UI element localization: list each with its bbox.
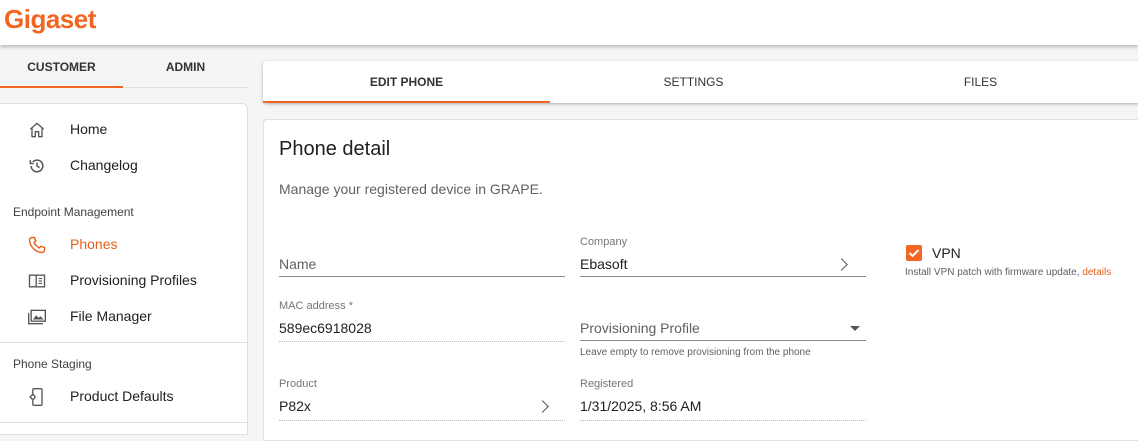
sidebar-divider [0, 422, 247, 423]
provisioning-underline [580, 340, 866, 341]
tab-edit-phone[interactable]: EDIT PHONE [263, 61, 550, 103]
product-field[interactable]: Product P82x [279, 378, 565, 424]
phone-detail-card: Phone detail Manage your registered devi… [263, 119, 1138, 441]
sidebar-item-label: Phones [70, 236, 118, 252]
sidebar-tabs: CUSTOMER ADMIN [0, 46, 248, 88]
tab-customer[interactable]: CUSTOMER [0, 46, 123, 88]
company-underline [580, 276, 866, 277]
company-label: Company [580, 236, 628, 248]
registered-underline [580, 420, 866, 421]
vpn-hint-text: Install VPN patch with firmware update, [905, 267, 1083, 278]
sidebar-item-label: File Manager [70, 308, 152, 324]
mac-address-field[interactable]: MAC address * 589ec6918028 [279, 300, 565, 344]
sidebar-item-changelog[interactable]: Changelog [0, 148, 247, 184]
section-title-phone-staging: Phone Staging [13, 357, 92, 371]
sidebar-item-provisioning-profiles[interactable]: Provisioning Profiles [0, 263, 247, 299]
sidebar-item-phones[interactable]: Phones [0, 227, 247, 263]
device-settings-icon [29, 388, 43, 406]
name-field[interactable]: Name [279, 238, 565, 278]
registered-value: 1/31/2025, 8:56 AM [580, 398, 702, 414]
registered-label: Registered [580, 378, 634, 390]
mac-address-value[interactable]: 589ec6918028 [279, 320, 372, 336]
vpn-label: VPN [932, 245, 961, 261]
vpn-hint: Install VPN patch with firmware update, … [905, 267, 1111, 278]
top-bar: Gigaset [0, 0, 1138, 45]
page-subtitle: Manage your registered device in GRAPE. [279, 181, 543, 197]
page-title: Phone detail [279, 138, 391, 160]
check-icon [908, 249, 920, 258]
tab-settings[interactable]: SETTINGS [550, 61, 837, 103]
mac-address-underline [279, 341, 565, 342]
registered-field: Registered 1/31/2025, 8:56 AM [580, 378, 866, 424]
phone-icon [28, 236, 46, 254]
sidebar-item-label: Home [70, 121, 108, 137]
history-icon [29, 159, 44, 173]
vpn-details-link[interactable]: details [1082, 267, 1111, 278]
folder-image-icon [28, 309, 46, 325]
tab-admin[interactable]: ADMIN [123, 46, 248, 88]
provisioning-profile-field[interactable]: Provisioning Profile Leave empty to remo… [580, 300, 866, 364]
tab-files[interactable]: FILES [837, 61, 1124, 103]
profile-icon [28, 274, 46, 288]
name-input[interactable]: Name [279, 256, 316, 272]
sidebar-divider [0, 342, 247, 343]
sidebar-item-label: Provisioning Profiles [70, 272, 197, 288]
sidebar-nav: Home Changelog Endpoint Management Phone… [0, 103, 248, 435]
product-value[interactable]: P82x [279, 398, 311, 414]
product-label: Product [279, 378, 317, 390]
company-value[interactable]: Ebasoft [580, 256, 627, 272]
gigaset-logo[interactable]: Gigaset [4, 4, 96, 35]
section-title-endpoint-management: Endpoint Management [13, 205, 134, 219]
name-underline [279, 276, 565, 277]
company-field[interactable]: Company Ebasoft [580, 236, 866, 278]
vpn-checkbox[interactable] [906, 245, 922, 261]
sidebar-item-product-defaults[interactable]: Product Defaults [0, 379, 247, 415]
chevron-right-icon[interactable] [536, 400, 549, 413]
sidebar-item-home[interactable]: Home [0, 112, 247, 148]
product-underline [279, 420, 565, 421]
main-tabs: EDIT PHONE SETTINGS FILES [263, 61, 1138, 103]
mac-address-label: MAC address * [279, 300, 353, 312]
provisioning-hint: Leave empty to remove provisioning from … [580, 347, 811, 358]
sidebar-item-label: Changelog [70, 157, 138, 173]
provisioning-profile-select[interactable]: Provisioning Profile [580, 320, 700, 336]
sidebar-item-label: Product Defaults [70, 388, 174, 404]
dropdown-arrow-icon[interactable] [850, 326, 860, 331]
sidebar-item-file-manager[interactable]: File Manager [0, 299, 247, 335]
chevron-right-icon[interactable] [835, 258, 848, 271]
home-icon [29, 122, 45, 138]
